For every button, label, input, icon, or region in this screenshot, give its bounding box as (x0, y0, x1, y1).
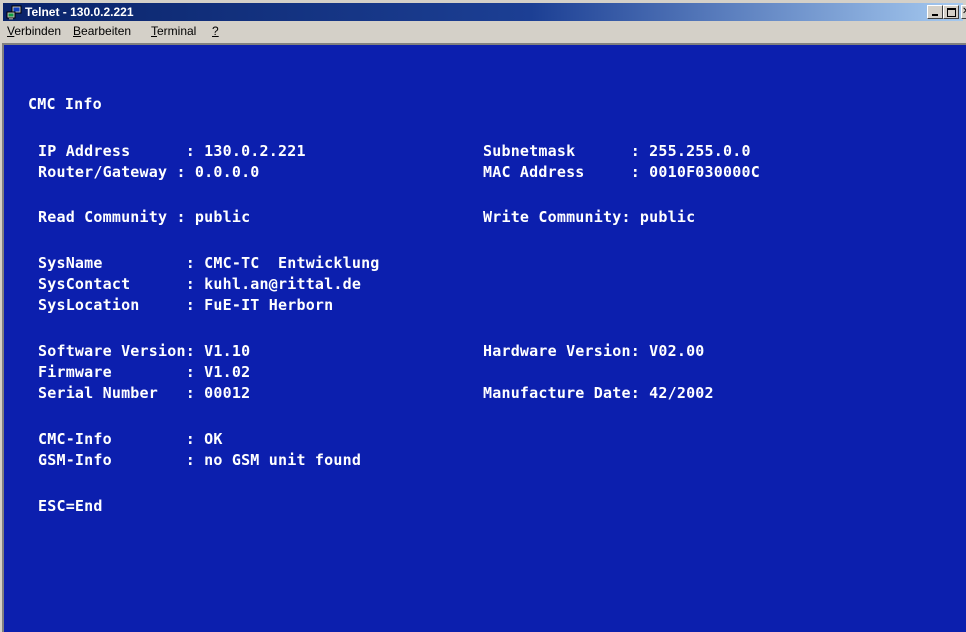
sysname-line: SysName : CMC-TC Entwicklung (38, 254, 380, 272)
syslocation-line: SysLocation : FuE-IT Herborn (38, 296, 334, 314)
close-icon: ✕ (962, 6, 966, 17)
menu-bearbeiten[interactable]: Bearbeiten (72, 21, 132, 41)
syscontact-line: SysContact : kuhl.an@rittal.de (38, 275, 362, 293)
router-gateway-line: Router/Gateway : 0.0.0.0 (38, 163, 260, 181)
esc-end-hint: ESC=End (38, 497, 103, 515)
terminal-output: CMC Info IP Address : 130.0.2.221 Subnet… (4, 45, 966, 632)
mac-address-line: MAC Address : 0010F030000C (483, 163, 760, 181)
minimize-button[interactable] (927, 5, 943, 19)
firmware-line: Firmware : V1.02 (38, 363, 251, 381)
maximize-icon (947, 8, 956, 17)
cmc-info-line: CMC-Info : OK (38, 430, 223, 448)
terminal-heading: CMC Info (28, 95, 102, 113)
close-button[interactable]: ✕ (961, 5, 966, 19)
minimize-icon (932, 14, 938, 16)
telnet-app-icon[interactable] (6, 4, 22, 20)
menu-bar: Verbinden Bearbeiten Terminal ? (3, 21, 963, 41)
ip-address-line: IP Address : 130.0.2.221 (38, 142, 306, 160)
menu-terminal[interactable]: Terminal (150, 21, 197, 41)
subnetmask-line: Subnetmask : 255.255.0.0 (483, 142, 751, 160)
manufacture-date-line: Manufacture Date: 42/2002 (483, 384, 714, 402)
gsm-info-line: GSM-Info : no GSM unit found (38, 451, 362, 469)
menu-help[interactable]: ? (211, 21, 220, 41)
maximize-button[interactable] (943, 5, 959, 19)
write-community-line: Write Community: public (483, 208, 696, 226)
title-bar[interactable]: Telnet - 130.0.2.221 ✕ (3, 3, 966, 21)
menu-verbinden[interactable]: Verbinden (6, 21, 62, 41)
telnet-window: Telnet - 130.0.2.221 ✕ Verbinden Bearbei… (0, 0, 966, 632)
window-title: Telnet - 130.0.2.221 (25, 5, 134, 19)
read-community-line: Read Community : public (38, 208, 251, 226)
hardware-version-line: Hardware Version: V02.00 (483, 342, 705, 360)
serial-number-line: Serial Number : 00012 (38, 384, 251, 402)
software-version-line: Software Version: V1.10 (38, 342, 251, 360)
terminal-screen[interactable]: CMC Info IP Address : 130.0.2.221 Subnet… (2, 43, 966, 632)
